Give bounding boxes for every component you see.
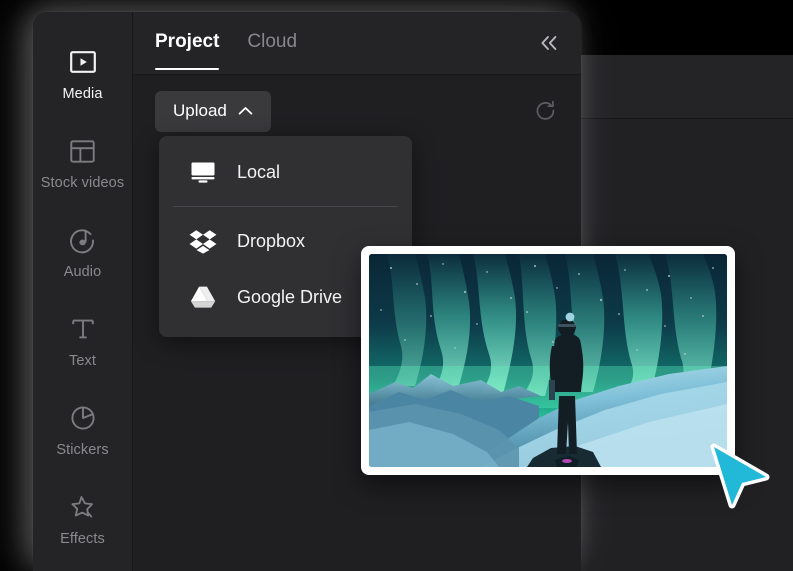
sidebar-rail: Media Stock videos Audio Text Stickers E…: [33, 12, 133, 571]
layout-grid-icon: [68, 136, 98, 166]
refresh-icon[interactable]: [533, 98, 559, 124]
chevron-up-icon: [238, 101, 253, 121]
sparkle-star-icon: [68, 492, 98, 522]
sidebar-item-label: Stickers: [56, 442, 109, 458]
tab-project[interactable]: Project: [155, 18, 220, 70]
sidebar-item-label: Text: [69, 353, 96, 369]
sidebar-item-effects[interactable]: Effects: [33, 475, 132, 564]
menu-item-label: Google Drive: [237, 286, 343, 307]
menu-item-local[interactable]: Local: [159, 144, 412, 200]
music-note-circle-icon: [68, 225, 98, 255]
double-chevron-left-icon[interactable]: [535, 29, 563, 57]
media-play-rect-icon: [68, 47, 98, 77]
sticker-circle-icon: [68, 403, 98, 433]
sidebar-item-stock-videos[interactable]: Stock videos: [33, 119, 132, 208]
tab-cloud[interactable]: Cloud: [247, 18, 297, 69]
tab-label: Cloud: [247, 30, 298, 52]
google-drive-icon: [189, 283, 217, 311]
screen-background: Media Stock videos Audio Text Stickers E…: [0, 0, 793, 571]
tab-label: Project: [155, 30, 220, 52]
sidebar-item-text[interactable]: Text: [33, 297, 132, 386]
sidebar-item-stickers[interactable]: Stickers: [33, 386, 132, 475]
dragged-media-card[interactable]: [361, 246, 735, 475]
text-t-icon: [68, 314, 98, 344]
upload-button-label: Upload: [173, 101, 227, 120]
menu-item-label: Local: [237, 161, 281, 182]
upload-button[interactable]: Upload: [155, 90, 271, 132]
sidebar-item-media[interactable]: Media: [33, 30, 132, 119]
background-panel-topbar: [575, 55, 793, 119]
menu-separator: [173, 206, 398, 207]
tabbar: Project Cloud: [133, 12, 581, 75]
sidebar-item-label: Effects: [60, 531, 105, 547]
sidebar-item-audio[interactable]: Audio: [33, 208, 132, 297]
dropbox-icon: [189, 227, 217, 255]
aurora-borealis-photo: [369, 254, 727, 467]
sidebar-item-label: Stock videos: [40, 175, 125, 191]
menu-item-label: Dropbox: [237, 230, 306, 251]
monitor-icon: [189, 158, 217, 186]
sidebar-item-label: Media: [62, 86, 103, 102]
sidebar-item-label: Audio: [63, 264, 102, 280]
